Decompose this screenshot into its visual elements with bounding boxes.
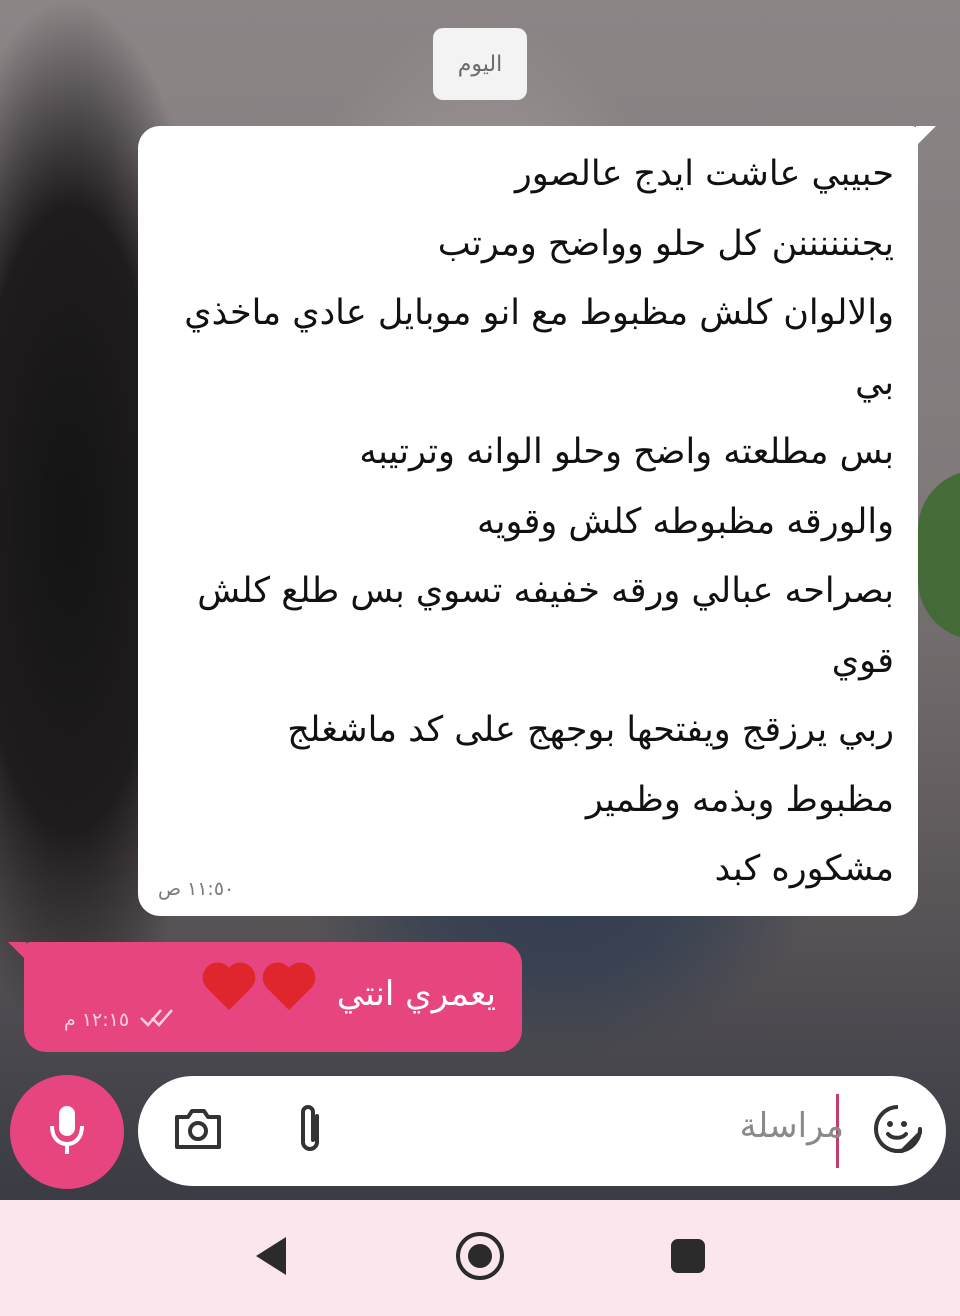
message-line: والورقه مظبوطه كلش وقويه bbox=[477, 501, 894, 542]
message-line: بصراحه عبالي ورقه خفيفه تسوي بس طلع كلش bbox=[197, 571, 894, 611]
message-line: ربي يرزقج ويفتحها بوجهج على كد ماشغلج bbox=[287, 710, 894, 750]
date-separator: اليوم bbox=[433, 28, 527, 100]
date-label: اليوم bbox=[457, 51, 503, 77]
heart-icon bbox=[262, 964, 318, 1016]
home-icon bbox=[454, 1230, 506, 1286]
hearts-emoji bbox=[202, 964, 318, 1016]
incoming-message-bubble[interactable]: حبيبي عاشت ايدج عالصور يجننننننن كل حلو … bbox=[138, 126, 936, 916]
message-line: بي bbox=[855, 362, 894, 403]
heart-icon bbox=[202, 964, 258, 1016]
back-icon bbox=[252, 1235, 292, 1281]
message-line: مشكوره كبد bbox=[714, 849, 894, 889]
message-composer[interactable]: مراسلة bbox=[138, 1076, 946, 1186]
double-check-icon bbox=[139, 1006, 175, 1034]
incoming-message-time: ١١:٥٠ ص bbox=[158, 878, 235, 900]
system-navigation-bar bbox=[0, 1200, 960, 1316]
sticker-button[interactable] bbox=[868, 1101, 928, 1161]
message-line: قوي bbox=[831, 640, 894, 681]
message-line: والالوان كلش مظبوط مع انو موبايل عادي ما… bbox=[184, 293, 894, 333]
nav-recents-button[interactable] bbox=[656, 1226, 720, 1290]
outgoing-message-bubble[interactable]: يعمري انتي ١٢:١٥ م bbox=[8, 942, 522, 1052]
outgoing-message-meta: ١٢:١٥ م bbox=[64, 1006, 175, 1034]
nav-home-button[interactable] bbox=[448, 1226, 512, 1290]
message-line: حبيبي عاشت ايدج عالصور bbox=[514, 154, 894, 194]
incoming-message-text: حبيبي عاشت ايدج عالصور يجننننننن كل حلو … bbox=[174, 140, 894, 905]
message-line: مظبوط وبذمه وظمير bbox=[585, 779, 894, 820]
outgoing-message-time: ١٢:١٥ م bbox=[64, 1009, 130, 1031]
message-input[interactable]: مراسلة bbox=[740, 1106, 844, 1146]
camera-icon bbox=[173, 1107, 223, 1155]
message-line: يجننننننن كل حلو وواضح ومرتب bbox=[437, 223, 894, 264]
camera-button[interactable] bbox=[168, 1101, 228, 1161]
attach-button[interactable] bbox=[280, 1101, 340, 1161]
microphone-icon bbox=[47, 1104, 87, 1160]
outgoing-message-text: يعمري انتي bbox=[336, 974, 496, 1014]
nav-back-button[interactable] bbox=[240, 1226, 304, 1290]
attachment-icon bbox=[292, 1102, 328, 1160]
message-line: بس مطلعته واضح وحلو الوانه وترتيبه bbox=[359, 432, 894, 472]
voice-record-button[interactable] bbox=[10, 1075, 124, 1189]
recents-icon bbox=[668, 1236, 708, 1280]
sticker-icon bbox=[872, 1103, 924, 1159]
